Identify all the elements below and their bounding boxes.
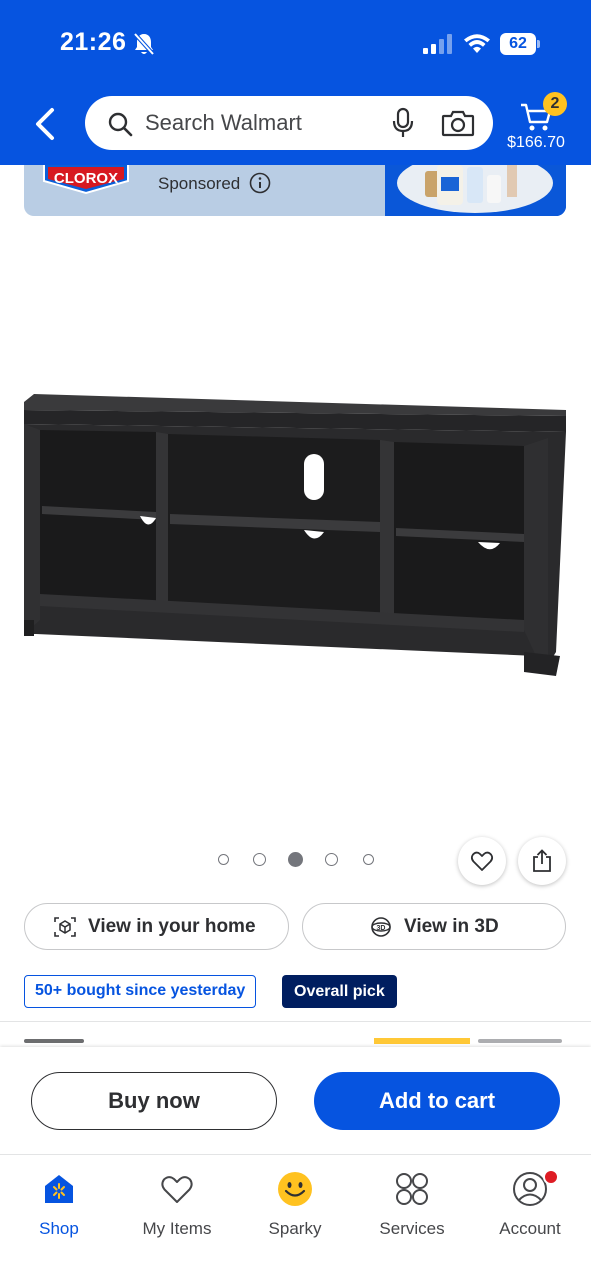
nav-services-label: Services — [379, 1219, 445, 1238]
carousel-dot-1[interactable] — [218, 854, 229, 865]
cart-total: $166.70 — [507, 134, 565, 151]
favorite-button[interactable] — [458, 837, 506, 885]
battery-level: 62 — [500, 33, 536, 55]
microphone-icon[interactable] — [391, 107, 415, 139]
cart-button[interactable]: 2 $166.70 — [505, 92, 575, 158]
sponsored-label: Sponsored — [158, 174, 241, 193]
svg-text:3D: 3D — [377, 925, 386, 932]
nav-services[interactable]: Services — [357, 1167, 467, 1247]
search-bar[interactable] — [85, 96, 493, 150]
view-in-your-home-button[interactable]: View in your home — [24, 903, 289, 950]
ad-product-image — [385, 165, 566, 216]
heart-icon — [470, 851, 494, 871]
battery-icon: 62 — [500, 33, 540, 55]
nav-account[interactable]: Account — [475, 1167, 585, 1247]
camera-icon[interactable] — [441, 109, 475, 137]
seller-rating-row-clipped — [0, 1037, 591, 1047]
carousel-dot-2[interactable] — [253, 853, 266, 866]
clorox-logo: CLOROX — [43, 165, 129, 195]
shop-icon — [45, 1175, 73, 1203]
sponsored-ad-banner[interactable]: CLOROX Sponsored — [24, 165, 566, 216]
back-button[interactable] — [28, 104, 64, 144]
clipped-seller-text — [24, 1039, 84, 1043]
bottom-navigation: Shop My Items Sparky Services Account — [0, 1154, 591, 1280]
app-header: 21:26 62 Search Walmart 2 $166.70 — [0, 0, 591, 165]
nav-my-items-label: My Items — [142, 1219, 212, 1238]
section-divider — [0, 1021, 591, 1022]
ar-cube-icon — [54, 917, 76, 937]
product-image-tv-stand[interactable] — [20, 380, 572, 680]
notification-dot — [543, 1169, 559, 1185]
share-icon — [533, 849, 551, 872]
view-in-3d-button[interactable]: 3D View in 3D — [302, 903, 566, 950]
nav-shop[interactable]: Shop — [4, 1167, 114, 1247]
cart-count-badge: 2 — [543, 92, 567, 116]
overall-pick-badge: Overall pick — [282, 975, 397, 1008]
nav-sparky-label: Sparky — [268, 1219, 322, 1238]
purchase-bar: Buy now Add to cart — [0, 1047, 591, 1154]
share-button[interactable] — [518, 837, 566, 885]
view-in-3d-label: View in 3D — [404, 916, 499, 937]
carousel-dot-3-active[interactable] — [288, 852, 303, 867]
3d-rotate-icon: 3D — [371, 917, 391, 937]
battery-tip — [537, 40, 540, 48]
signal-icon — [423, 34, 452, 54]
sparky-icon — [278, 1172, 312, 1206]
carousel-dot-5[interactable] — [363, 854, 374, 865]
nav-my-items[interactable]: My Items — [122, 1167, 232, 1247]
clorox-logo-text: CLOROX — [54, 170, 118, 187]
nav-sparky[interactable]: Sparky — [240, 1167, 350, 1247]
add-to-cart-button[interactable]: Add to cart — [314, 1072, 560, 1130]
view-in-your-home-label: View in your home — [88, 916, 256, 937]
search-icon — [108, 112, 133, 137]
info-icon[interactable] — [249, 172, 271, 194]
image-carousel-dots[interactable] — [214, 850, 384, 870]
clipped-rating-stars — [374, 1038, 470, 1044]
bought-since-yesterday-badge: 50+ bought since yesterday — [24, 975, 257, 1008]
status-time: 21:26 — [60, 28, 127, 56]
carousel-dot-4[interactable] — [325, 853, 338, 866]
bell-off-icon — [133, 32, 155, 56]
heart-icon — [161, 1176, 193, 1203]
nav-account-label: Account — [499, 1219, 561, 1238]
services-icon — [396, 1173, 428, 1205]
clipped-review-count — [478, 1039, 562, 1043]
nav-shop-label: Shop — [39, 1219, 79, 1238]
buy-now-button[interactable]: Buy now — [31, 1072, 277, 1130]
search-input[interactable] — [145, 96, 375, 150]
wifi-icon — [464, 34, 490, 53]
